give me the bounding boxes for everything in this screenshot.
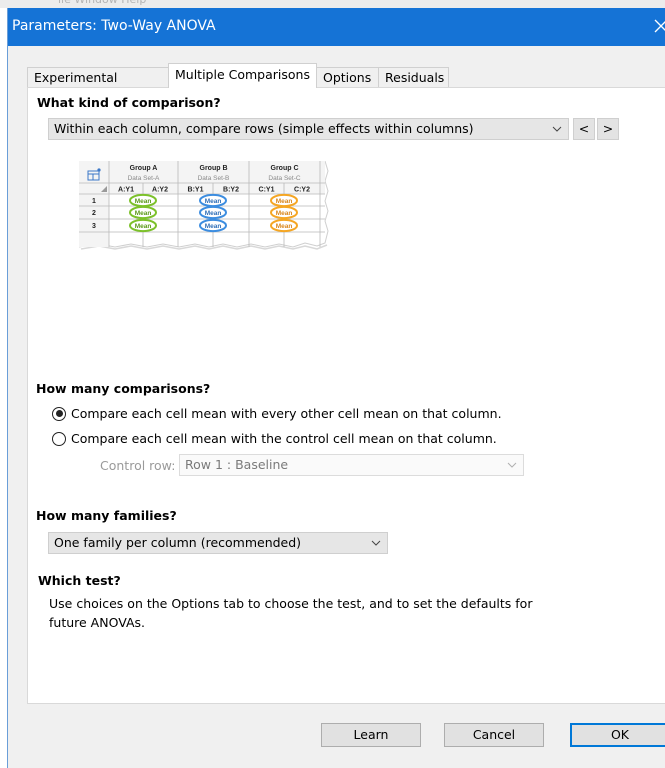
which-test-heading: Which test? [38, 573, 121, 588]
learn-button[interactable]: Learn [321, 723, 421, 747]
column-header: C:Y1 [259, 187, 275, 194]
cancel-button[interactable]: Cancel [444, 723, 544, 747]
mean-label: Mean [276, 210, 293, 217]
chevron-down-icon [371, 540, 381, 546]
column-header: A:Y1 [118, 187, 134, 194]
comparison-kind-value: Within each column, compare rows (simple… [54, 121, 474, 136]
radio-control-comparisons-button[interactable] [52, 431, 66, 446]
next-comparison-button[interactable]: > [597, 118, 619, 140]
comparisons-count-heading: How many comparisons? [36, 381, 211, 396]
mean-label: Mean [135, 210, 152, 217]
which-test-text-line1: Use choices on the Options tab to choose… [49, 596, 533, 611]
radio-control-comparisons[interactable]: Compare each cell mean with the control … [52, 431, 497, 446]
mean-label: Mean [205, 210, 222, 217]
which-test-text-line2: future ANOVAs. [49, 615, 145, 630]
column-header: A:Y2 [152, 187, 168, 194]
group-header: Group B [200, 165, 228, 172]
tab-multiple-comparisons[interactable]: Multiple Comparisons [168, 63, 317, 88]
column-header: B:Y2 [223, 187, 239, 194]
group-header: Group C [271, 165, 299, 172]
row-number: 2 [92, 210, 96, 217]
column-header: B:Y1 [188, 187, 204, 194]
ok-button[interactable]: OK [570, 723, 665, 747]
mean-label: Mean [276, 223, 293, 230]
background-window-text: ile Window Help [58, 0, 146, 6]
mean-label: Mean [205, 223, 222, 230]
diagram-mean-markers: Mean Mean Mean Mean Mean Mean Mean Mean Mean [129, 193, 298, 233]
dataset-label: Data Set-B [198, 175, 230, 182]
background-window-strip: ile Window Help [0, 0, 665, 8]
title-bar[interactable]: Parameters: Two-Way ANOVA [8, 8, 665, 46]
radio-control-comparisons-label: Compare each cell mean with the control … [71, 431, 497, 446]
dataset-label: Data Set-C [268, 175, 300, 182]
anova-parameters-dialog: Parameters: Two-Way ANOVA Experimental D… [7, 8, 665, 768]
column-header: C:Y2 [294, 187, 310, 194]
row-number: 3 [92, 223, 96, 230]
radio-all-comparisons-label: Compare each cell mean with every other … [71, 406, 502, 421]
dialog-title: Parameters: Two-Way ANOVA [12, 18, 216, 34]
control-row-select[interactable]: Row 1 : Baseline [179, 454, 524, 476]
previous-comparison-button[interactable]: < [573, 118, 595, 140]
group-header: Group A [130, 165, 158, 172]
tab-experimental-design[interactable]: Experimental Design [27, 67, 169, 104]
close-icon[interactable] [652, 14, 665, 38]
control-row-label: Control row: [100, 458, 176, 473]
control-row-value: Row 1 : Baseline [185, 457, 289, 472]
comparison-kind-heading: What kind of comparison? [37, 95, 221, 110]
comparison-diagram: Group A Data Set-A A:Y1 A:Y2 Group B Data Set… [78, 160, 329, 266]
families-heading: How many families? [36, 508, 177, 523]
radio-all-comparisons[interactable]: Compare each cell mean with every other … [52, 406, 502, 421]
families-select[interactable]: One family per column (recommended) [48, 532, 388, 554]
families-value: One family per column (recommended) [54, 535, 302, 550]
mean-label: Mean [276, 198, 293, 205]
mean-label: Mean [135, 223, 152, 230]
chevron-down-icon [507, 462, 517, 468]
tab-residuals[interactable]: Residuals [378, 67, 449, 87]
mean-label: Mean [205, 198, 222, 205]
dataset-label: Data Set-A [128, 175, 160, 182]
chevron-down-icon [552, 126, 562, 132]
comparison-kind-select[interactable]: Within each column, compare rows (simple… [48, 118, 569, 140]
data-table-diagram: Group A Data Set-A A:Y1 A:Y2 Group B Data Set… [78, 160, 329, 250]
radio-all-comparisons-button[interactable] [52, 406, 66, 421]
row-number: 1 [92, 198, 96, 205]
mean-label: Mean [135, 198, 152, 205]
tab-options[interactable]: Options [316, 67, 379, 87]
